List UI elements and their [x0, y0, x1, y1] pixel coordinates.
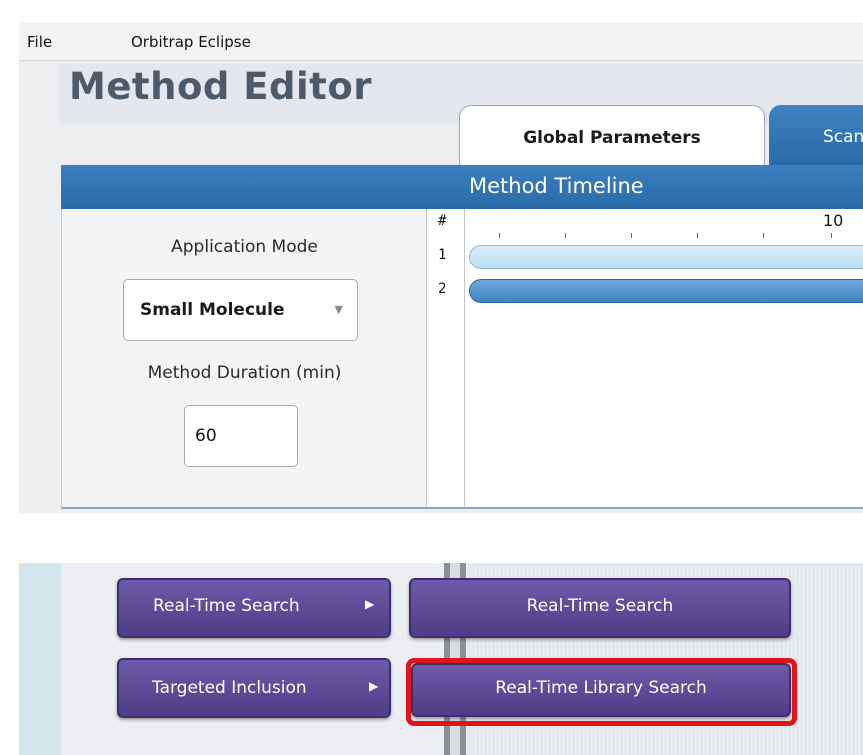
tab-global-parameters[interactable]: Global Parameters	[459, 105, 765, 165]
triangle-right-icon: ▶	[369, 679, 379, 693]
menu-item-targeted-inclusion[interactable]: Targeted Inclusion ▶	[117, 658, 391, 718]
divider	[61, 507, 863, 509]
application-mode-value: Small Molecule	[140, 300, 285, 320]
row-header: #	[438, 213, 447, 229]
scan-event-bar-1[interactable]	[469, 245, 863, 269]
method-editor-window: File Orbitrap Eclipse Method Editor Glob…	[19, 22, 863, 513]
application-mode-select[interactable]: Small Molecule ▼	[123, 279, 358, 341]
menu-item-label: Targeted Inclusion	[152, 678, 307, 698]
submenu-item-label: Real-Time Search	[526, 596, 674, 616]
triangle-right-icon: ▶	[365, 597, 375, 611]
scan-event-bar-2[interactable]	[469, 279, 863, 303]
row-number-column: # 1 2	[427, 209, 465, 507]
row-number: 1	[438, 247, 447, 263]
submenu-real-time-search[interactable]: Real-Time Search	[409, 578, 791, 638]
axis-tick-label: 10	[823, 211, 844, 230]
axis-tick	[697, 233, 698, 238]
timeline-title: Method Timeline	[469, 174, 644, 198]
menu-file[interactable]: File	[27, 33, 52, 51]
page-title: Method Editor	[69, 65, 373, 108]
method-timeline-header: Method Timeline	[61, 165, 863, 209]
axis-tick	[499, 233, 500, 238]
row-number: 2	[438, 281, 447, 297]
settings-panel: Application Mode Small Molecule ▼ Method…	[61, 209, 426, 507]
method-duration-input[interactable]: 60	[184, 405, 298, 467]
tab-scan[interactable]: Scan	[769, 105, 863, 165]
method-duration-value: 60	[195, 426, 217, 446]
left-strip	[19, 563, 61, 755]
menu-item-real-time-search[interactable]: Real-Time Search ▶	[117, 578, 391, 638]
axis-tick	[763, 233, 764, 238]
axis-tick	[565, 233, 566, 238]
menu-bar: File Orbitrap Eclipse	[19, 22, 863, 60]
menu-item-label: Real-Time Search	[153, 596, 300, 616]
highlight-annotation	[406, 658, 797, 726]
tab-label: Scan	[823, 127, 863, 147]
menu-orbitrap-eclipse[interactable]: Orbitrap Eclipse	[131, 33, 251, 51]
chevron-down-icon: ▼	[334, 303, 343, 316]
application-mode-label: Application Mode	[171, 237, 318, 257]
axis-tick	[831, 233, 832, 238]
tab-label: Global Parameters	[523, 128, 701, 148]
time-axis: 10	[465, 209, 863, 239]
axis-tick	[631, 233, 632, 238]
timeline-grid: # 1 2 10	[426, 209, 863, 507]
method-duration-label: Method Duration (min)	[147, 363, 342, 383]
